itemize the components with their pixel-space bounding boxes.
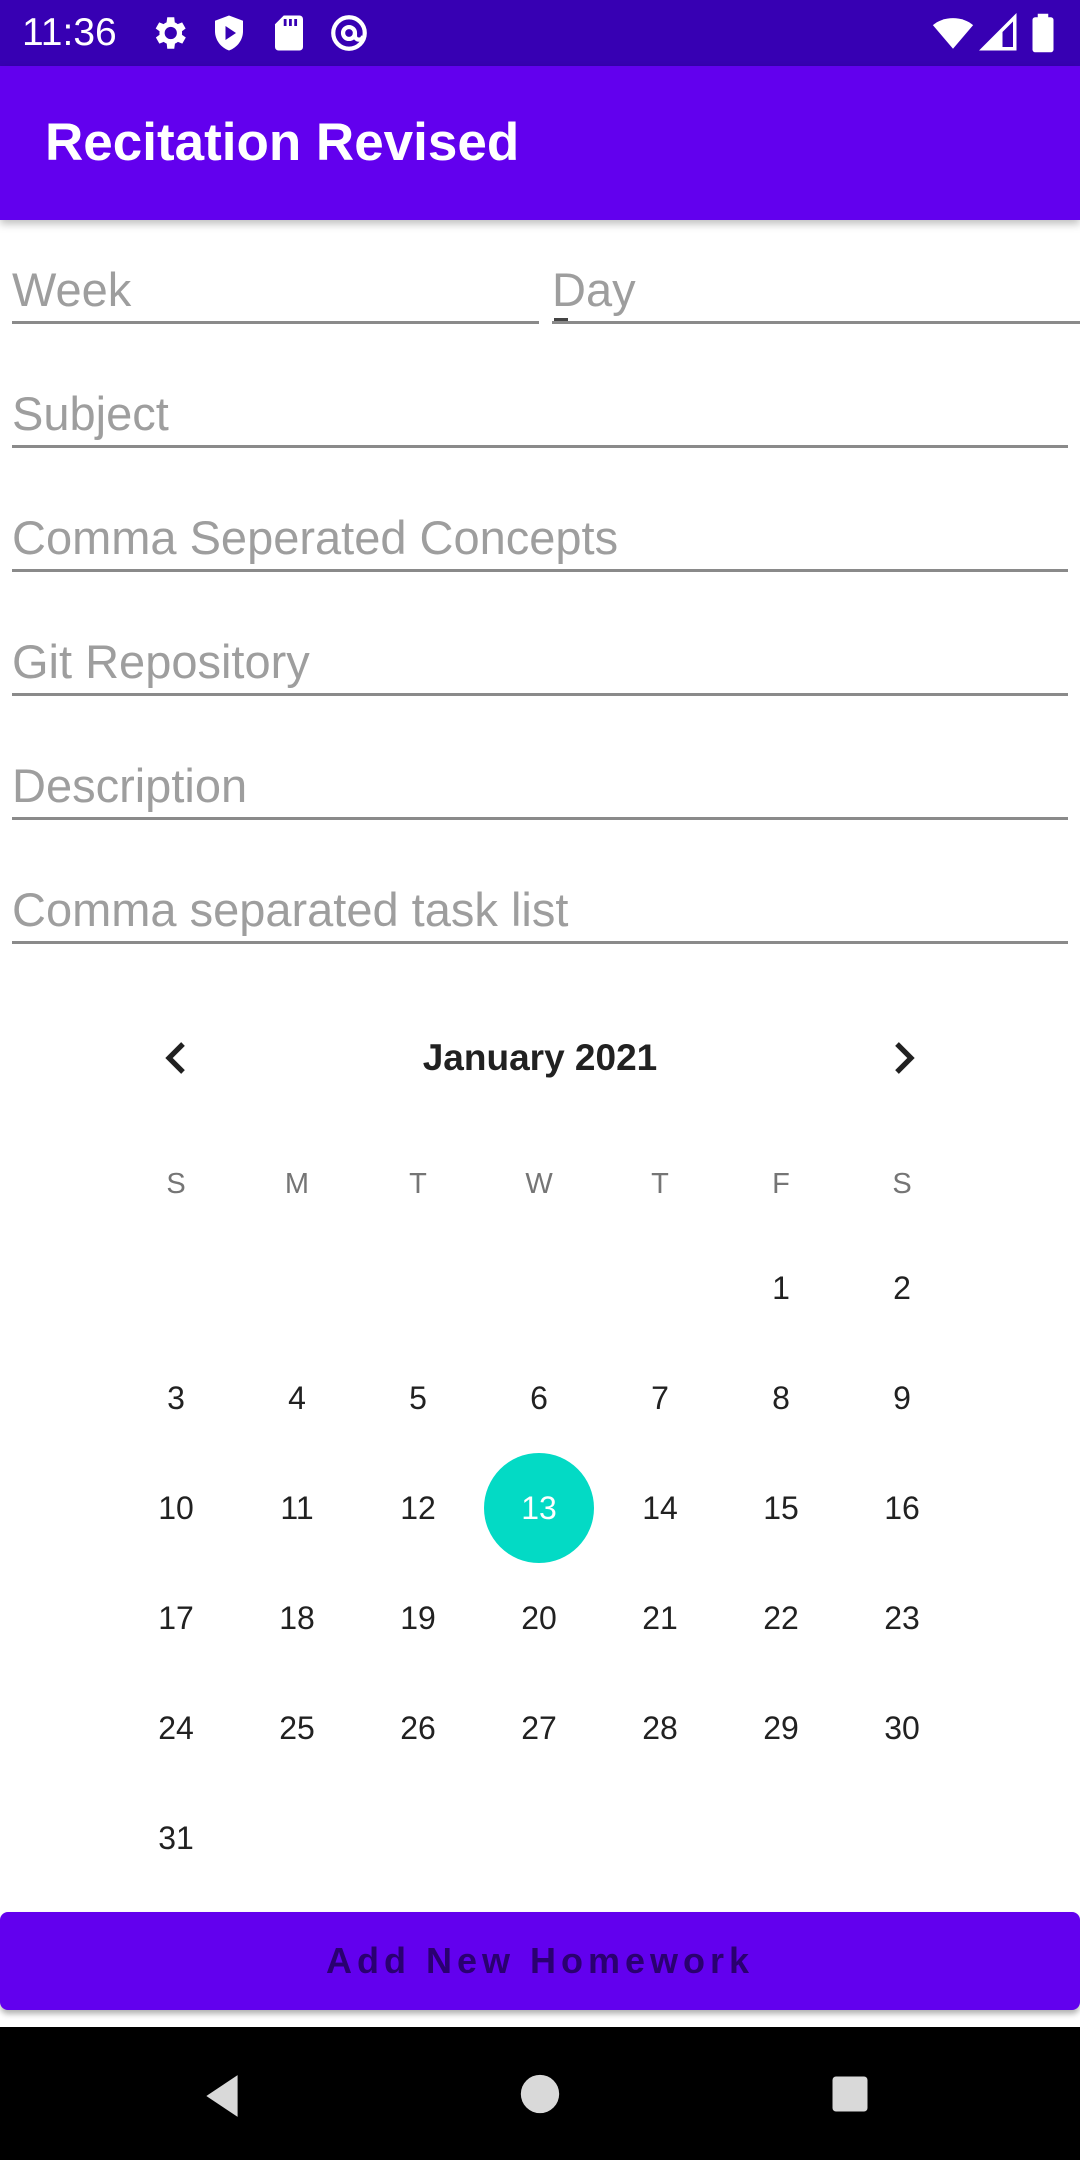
calendar-day[interactable]: 2 bbox=[847, 1233, 957, 1343]
calendar-day[interactable]: 5 bbox=[363, 1343, 473, 1453]
calendar-day[interactable]: 12 bbox=[363, 1453, 473, 1563]
calendar-day[interactable]: 30 bbox=[847, 1673, 957, 1783]
calendar-day[interactable]: 22 bbox=[726, 1563, 836, 1673]
navigation-bar bbox=[0, 2027, 1080, 2160]
weekday-label: T bbox=[409, 1168, 427, 1200]
wifi-icon bbox=[932, 18, 974, 49]
calendar-day[interactable]: 6 bbox=[484, 1343, 594, 1453]
calendar-day[interactable]: 14 bbox=[605, 1453, 715, 1563]
calendar-day[interactable]: 8 bbox=[726, 1343, 836, 1453]
weekday-label: T bbox=[651, 1168, 669, 1200]
calendar-day[interactable]: 19 bbox=[363, 1563, 473, 1673]
next-month-button[interactable] bbox=[863, 1018, 943, 1098]
description-field-container bbox=[12, 753, 1068, 820]
chevron-right-icon bbox=[895, 1042, 915, 1074]
day-field-container bbox=[552, 257, 1080, 324]
weekday-label: F bbox=[772, 1168, 790, 1200]
calendar-day[interactable]: 21 bbox=[605, 1563, 715, 1673]
calendar-day[interactable]: 28 bbox=[605, 1673, 715, 1783]
calendar-day[interactable]: 24 bbox=[121, 1673, 231, 1783]
calendar-day[interactable]: 23 bbox=[847, 1563, 957, 1673]
concepts-field[interactable] bbox=[12, 505, 1068, 569]
git-repository-field-container bbox=[12, 629, 1068, 696]
back-icon[interactable] bbox=[198, 2071, 248, 2121]
app-bar: Recitation Revised bbox=[0, 66, 1080, 220]
weekday-label: M bbox=[284, 1168, 310, 1200]
calendar-day[interactable]: 9 bbox=[847, 1343, 957, 1453]
calendar-day[interactable]: 18 bbox=[242, 1563, 352, 1673]
status-bar: 11:36 bbox=[0, 0, 1080, 66]
battery-icon bbox=[1032, 13, 1054, 53]
calendar-day[interactable]: 1 bbox=[726, 1233, 836, 1343]
description-field[interactable] bbox=[12, 753, 1068, 817]
subject-field[interactable] bbox=[12, 381, 1068, 445]
month-label: January 2021 bbox=[422, 1037, 658, 1078]
day-field[interactable] bbox=[552, 257, 1080, 321]
add-homework-button[interactable]: Add New Homework bbox=[0, 1912, 1080, 2010]
recents-icon[interactable] bbox=[829, 2073, 871, 2115]
calendar-day[interactable]: 27 bbox=[484, 1673, 594, 1783]
calendar-day[interactable]: 20 bbox=[484, 1563, 594, 1673]
calendar-day[interactable]: 25 bbox=[242, 1673, 352, 1783]
chevron-left-icon bbox=[165, 1042, 185, 1074]
calendar-day[interactable]: 16 bbox=[847, 1453, 957, 1563]
app-title: Recitation Revised bbox=[45, 113, 520, 172]
calendar-day-selected[interactable]: 13 bbox=[484, 1453, 594, 1563]
weekday-label: S bbox=[892, 1168, 912, 1200]
concepts-field-container bbox=[12, 505, 1068, 572]
shield-play-icon bbox=[215, 15, 243, 51]
calendar-day[interactable]: 3 bbox=[121, 1343, 231, 1453]
calendar-day[interactable]: 17 bbox=[121, 1563, 231, 1673]
calendar-day[interactable]: 31 bbox=[121, 1783, 231, 1893]
prev-month-button[interactable] bbox=[137, 1018, 217, 1098]
task-list-field-container bbox=[12, 877, 1068, 944]
git-repository-field[interactable] bbox=[12, 629, 1068, 693]
signal-icon bbox=[979, 13, 1017, 51]
calendar-day[interactable]: 7 bbox=[605, 1343, 715, 1453]
at-sign-icon bbox=[331, 15, 367, 51]
week-field[interactable] bbox=[12, 257, 539, 321]
sd-card-icon bbox=[275, 15, 303, 51]
weekday-label: S bbox=[166, 1168, 186, 1200]
calendar-day[interactable]: 26 bbox=[363, 1673, 473, 1783]
calendar-day[interactable]: 10 bbox=[121, 1453, 231, 1563]
text-cursor bbox=[554, 318, 568, 321]
status-time: 11:36 bbox=[22, 11, 117, 54]
task-list-field[interactable] bbox=[12, 877, 1068, 941]
calendar-day[interactable]: 29 bbox=[726, 1673, 836, 1783]
gear-icon bbox=[155, 17, 186, 49]
home-icon[interactable] bbox=[517, 2071, 563, 2117]
week-field-container bbox=[12, 257, 539, 324]
calendar-day[interactable]: 11 bbox=[242, 1453, 352, 1563]
calendar-day[interactable]: 4 bbox=[242, 1343, 352, 1453]
weekday-label: W bbox=[525, 1168, 553, 1200]
calendar-day[interactable]: 15 bbox=[726, 1453, 836, 1563]
subject-field-container bbox=[12, 381, 1068, 448]
